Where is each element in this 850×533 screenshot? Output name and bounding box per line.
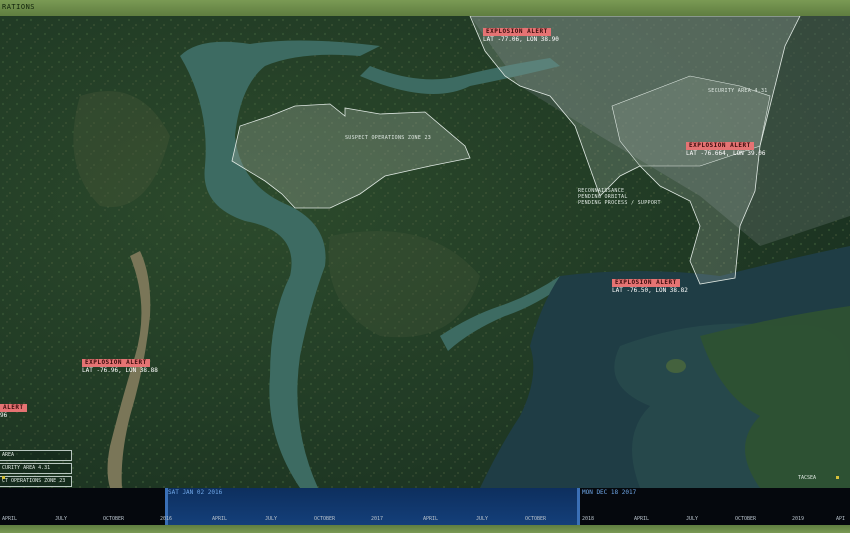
corner-mark — [2, 476, 5, 479]
alert-badge: EXPLOSION ALERT — [82, 359, 150, 367]
suspect-zone-label: SUSPECT OPERATIONS ZONE 23 — [345, 135, 432, 141]
timeline-start-date: SAT JAN 02 2016 — [168, 489, 223, 496]
timeline-tick: 2018 — [582, 516, 595, 522]
timeline-tick: APRIL — [2, 516, 18, 522]
alert-coords: 96 — [0, 412, 8, 419]
explosion-alert-marker[interactable]: EXPLOSION ALERT LAT -77.06, LON 38.90 — [483, 28, 559, 44]
alert-coords: LAT -76.664, LON 39.06 — [686, 150, 766, 157]
alert-coords: LAT -76.96, LON 38.88 — [82, 367, 158, 374]
security-area-label: SECURITY AREA 4.31 — [708, 88, 768, 94]
top-frame-bar: RATIONS — [0, 0, 850, 16]
map-attribution: TACSEA — [798, 475, 817, 481]
zone-legend: AREA CURITY AREA 4.31 CT OPERATIONS ZONE… — [0, 450, 72, 488]
map-terrain — [0, 16, 850, 488]
alert-badge: EXPLOSION ALERT — [483, 28, 551, 36]
timeline-tick: OCTOBER — [103, 516, 125, 522]
timeline-tick: APRIL — [634, 516, 650, 522]
timeline-tick: JULY — [265, 516, 278, 522]
timeline-tick: OCTOBER — [525, 516, 547, 522]
timeline-tick: JULY — [686, 516, 699, 522]
timeline-tick: APRIL — [423, 516, 439, 522]
alert-coords: LAT -76.50, LON 38.82 — [612, 287, 688, 294]
alert-badge: EXPLOSION ALERT — [612, 279, 680, 287]
bottom-frame-bar — [0, 525, 850, 533]
alert-badge: EXPLOSION ALERT — [686, 142, 754, 150]
alert-badge: ALERT — [0, 404, 27, 412]
explosion-alert-marker-partial[interactable]: ALERT 96 — [0, 404, 27, 420]
timeline-tick: 2017 — [371, 516, 384, 522]
timeline-tick: 2019 — [792, 516, 805, 522]
timeline-tick: API — [836, 516, 846, 522]
timeline-tick: OCTOBER — [735, 516, 757, 522]
reconnaissance-label: RECONNAISSANCE PENDING ORBITAL PENDING P… — [578, 188, 661, 206]
legend-item[interactable]: AREA — [0, 450, 72, 461]
timeline-bar[interactable]: SAT JAN 02 2016 MON DEC 18 2017 APRIL JU… — [0, 488, 850, 525]
attribution-mark — [836, 476, 839, 479]
explosion-alert-marker[interactable]: EXPLOSION ALERT LAT -76.96, LON 38.88 — [82, 359, 158, 375]
timeline-tick: 2016 — [160, 516, 173, 522]
explosion-alert-marker[interactable]: EXPLOSION ALERT LAT -76.664, LON 39.06 — [686, 142, 765, 158]
legend-item[interactable]: CURITY AREA 4.31 — [0, 463, 72, 474]
timeline-end-handle[interactable] — [577, 488, 580, 525]
timeline-tick: APRIL — [212, 516, 228, 522]
explosion-alert-marker[interactable]: EXPLOSION ALERT LAT -76.50, LON 38.82 — [612, 279, 688, 295]
legend-item[interactable]: CT OPERATIONS ZONE 23 — [0, 476, 72, 487]
alert-coords: LAT -77.06, LON 38.90 — [483, 36, 559, 43]
timeline-tick: JULY — [55, 516, 68, 522]
timeline-end-date: MON DEC 18 2017 — [582, 489, 637, 496]
timeline-tick: OCTOBER — [314, 516, 336, 522]
satellite-map[interactable]: EXPLOSION ALERT LAT -77.06, LON 38.90 EX… — [0, 16, 850, 488]
timeline-tick: JULY — [476, 516, 489, 522]
header-title: RATIONS — [2, 3, 36, 11]
